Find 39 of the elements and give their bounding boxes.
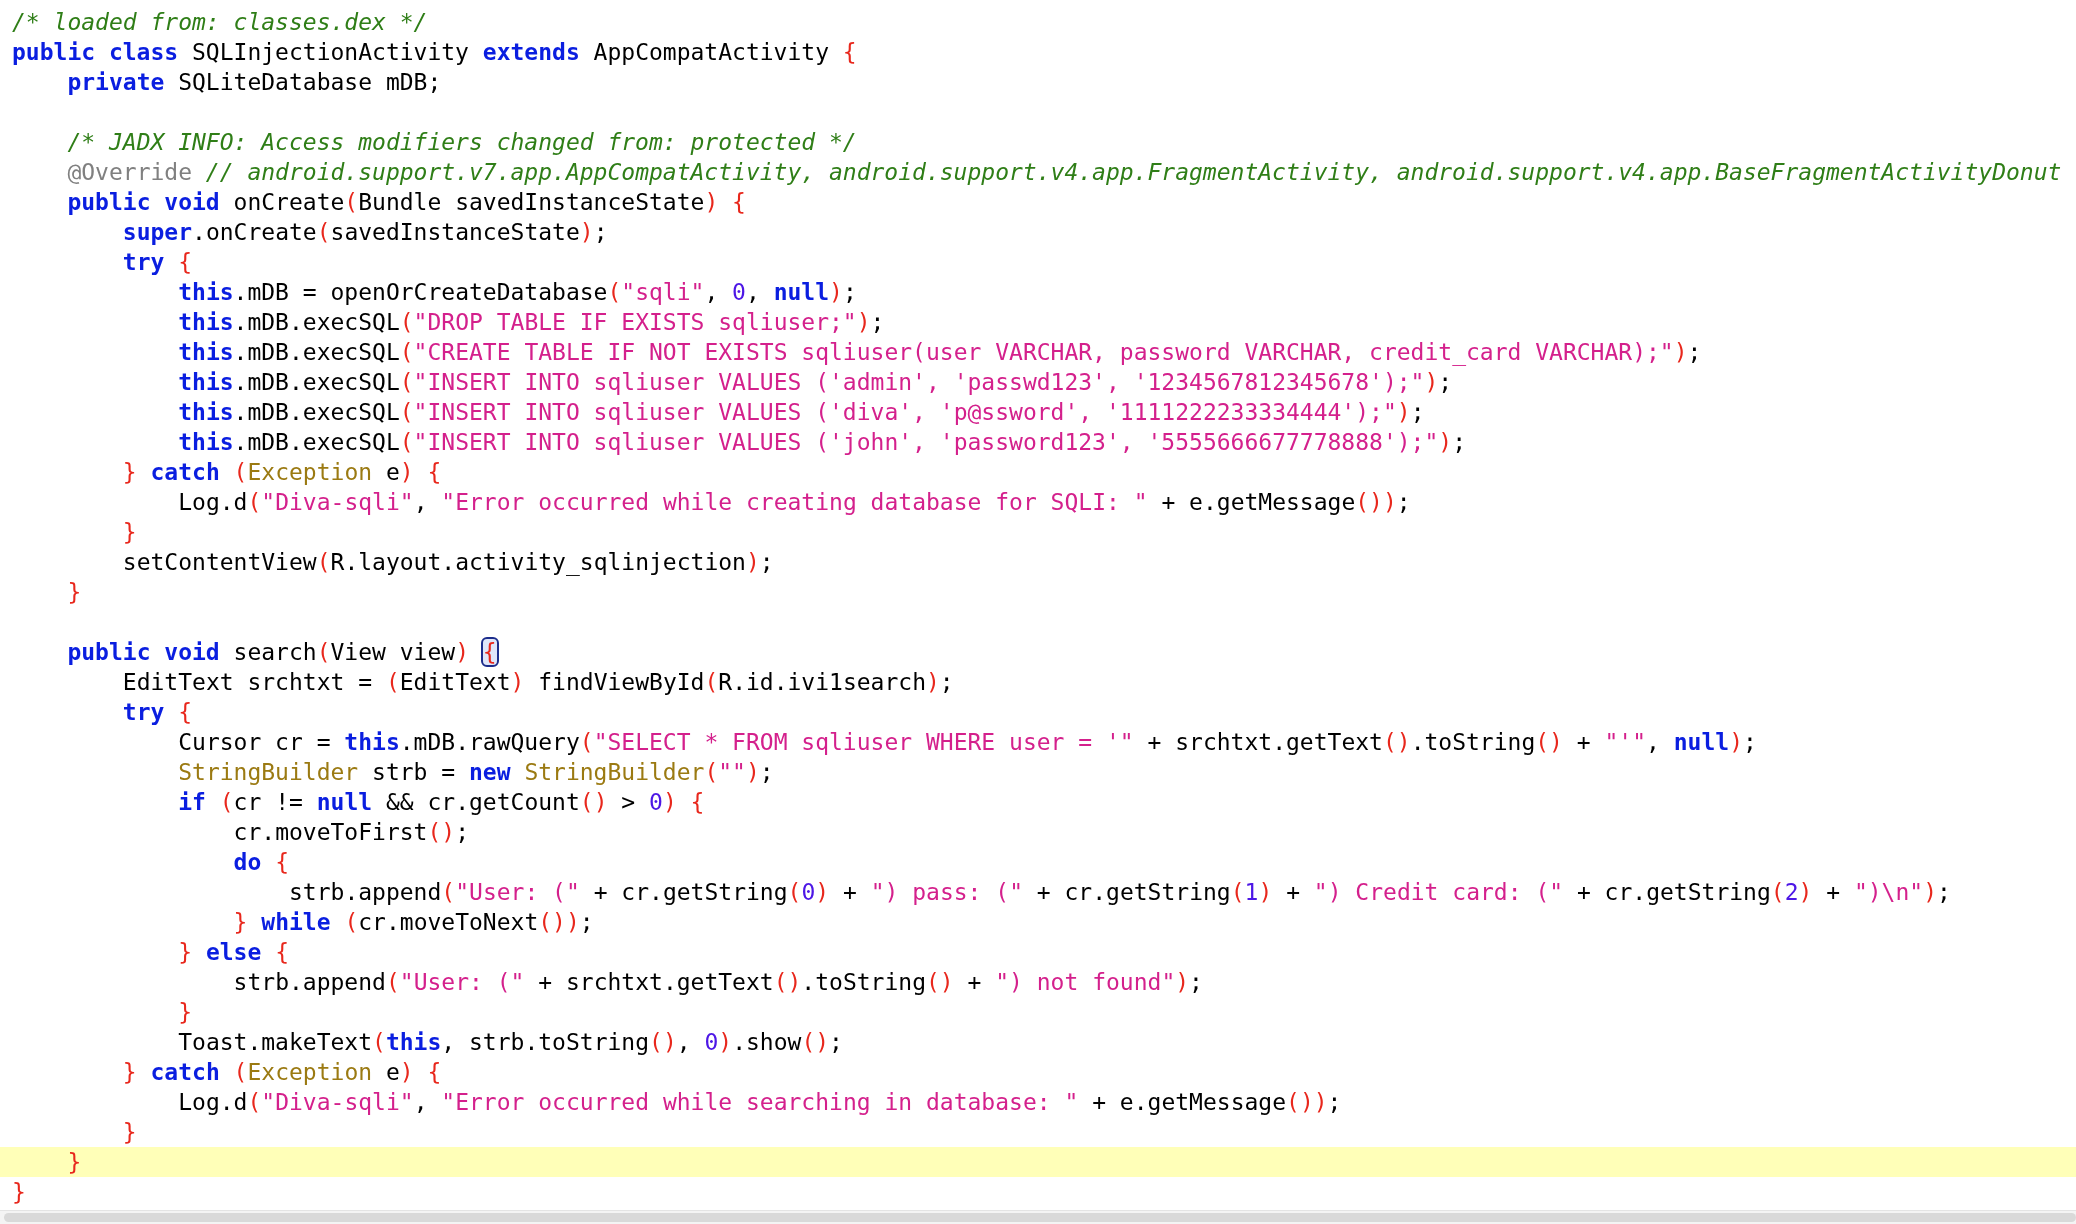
code-line: try { — [122, 699, 193, 725]
code-line: public void search(View view) { — [67, 639, 497, 665]
code-line: this.mDB.execSQL("DROP TABLE IF EXISTS sqliuser;"); — [178, 309, 885, 335]
code-line: this.mDB = openOrCreateDatabase("sqli", 0, null); — [178, 279, 857, 305]
code-line: this.mDB.execSQL("INSERT INTO sqliuser VALUES ('diva', 'p@ssword', '1111222233334444');"); — [178, 399, 1425, 425]
code-line: do { — [233, 849, 289, 875]
code-line: public void onCreate(Bundle savedInstanceState) { — [67, 189, 746, 215]
code-line: Log.d("Diva-sqli", "Error occurred while creating database for SQLI: " + e.getMessage()); — [178, 489, 1411, 515]
code-line: setContentView(R.layout.activity_sqlinjection); — [122, 549, 774, 575]
code-line: } — [122, 519, 137, 545]
code-line: public class SQLInjectionActivity extends AppCompatActivity { — [12, 39, 857, 65]
code-line: super.onCreate(savedInstanceState); — [122, 219, 608, 245]
code-line: Cursor cr = this.mDB.rawQuery("SELECT * FROM sqliuser WHERE user = '" + srchtxt.getText().toString() + "'", null); — [178, 729, 1757, 755]
code-line: } — [67, 1149, 82, 1175]
code-line: } — [178, 999, 193, 1025]
code-line: } — [12, 1179, 26, 1205]
code-line: private SQLiteDatabase mDB; — [67, 69, 442, 95]
code-line: } catch (Exception e) { — [122, 1059, 442, 1085]
code-line: strb.append("User: (" + cr.getString(0) + ") pass: (" + cr.getString(1) + ") Credit card: (" + cr.getString(2) + ")\n"); — [289, 879, 1951, 905]
code-line: } catch (Exception e) { — [122, 459, 442, 485]
code-line: cr.moveToFirst(); — [233, 819, 470, 845]
code-line: } while (cr.moveToNext()); — [233, 909, 594, 935]
code-line: if (cr != null && cr.getCount() > 0) { — [178, 789, 705, 815]
code-line: } — [67, 579, 82, 605]
code-line: this.mDB.execSQL("INSERT INTO sqliuser VALUES ('john', 'password123', '5555666677778888');"); — [178, 429, 1467, 455]
code-line: this.mDB.execSQL("INSERT INTO sqliuser VALUES ('admin', 'passwd123', '1234567812345678');"); — [178, 369, 1453, 395]
code-line: StringBuilder strb = new StringBuilder(""); — [178, 759, 774, 785]
code-line: @Override // android.support.v7.app.AppCompatActivity, android.support.v4.app.FragmentActivity, android.support.v4.app.BaseFragmentActivityDonut — [67, 159, 2062, 185]
code-line: Toast.makeText(this, strb.toString(), 0).show(); — [178, 1029, 843, 1055]
code-line: strb.append("User: (" + srchtxt.getText().toString() + ") not found"); — [233, 969, 1203, 995]
code-line: /* loaded from: classes.dex */ — [12, 9, 428, 35]
code-line: this.mDB.execSQL("CREATE TABLE IF NOT EXISTS sqliuser(user VARCHAR, password VARCHAR, credit_card VARCHAR);"); — [178, 339, 1702, 365]
code-line: } — [122, 1119, 137, 1145]
code-line: try { — [122, 249, 193, 275]
code-line: EditText srchtxt = (EditText) findViewById(R.id.ivi1search); — [122, 669, 954, 695]
code-line: Log.d("Diva-sqli", "Error occurred while searching in database: " + e.getMessage()); — [178, 1089, 1342, 1115]
code-line: /* JADX INFO: Access modifiers changed from: protected */ — [67, 129, 857, 155]
scrollbar-thumb[interactable] — [4, 1213, 2076, 1222]
code-line: } else { — [178, 939, 289, 965]
